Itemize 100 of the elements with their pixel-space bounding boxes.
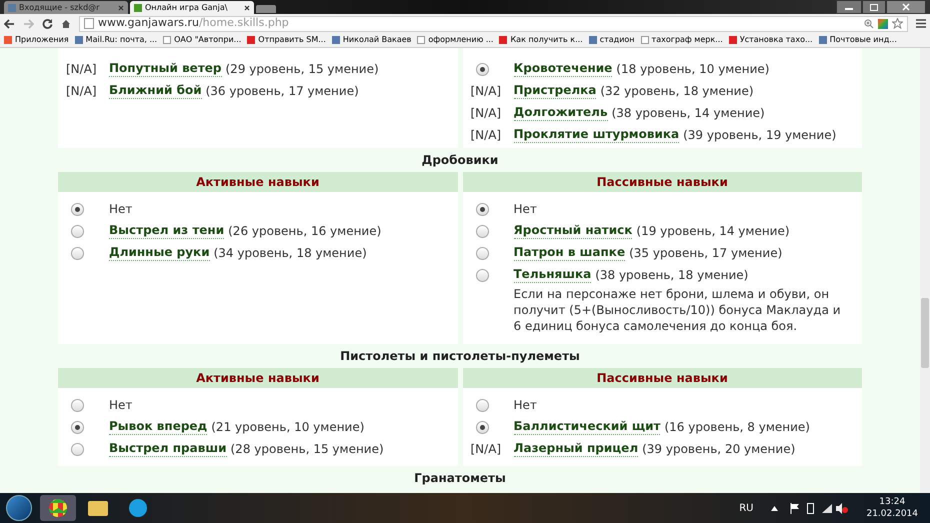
- radio-button[interactable]: [476, 246, 488, 260]
- skill-link[interactable]: Баллистический щит: [514, 419, 660, 435]
- column-header: Пассивные навыки: [462, 172, 862, 192]
- radio-button[interactable]: [476, 224, 488, 238]
- skill-requirement: (26 уровень, 16 умение): [228, 223, 382, 240]
- clock-date[interactable]: 21.02.2014: [866, 508, 918, 520]
- radio-button[interactable]: [476, 202, 488, 216]
- skill-link[interactable]: Рывок вперед: [109, 419, 208, 435]
- column-header: Активные навыки: [58, 368, 458, 388]
- url-text: www.ganjawars.ru/home.skills.php: [98, 15, 289, 32]
- section-heading: Дробовики: [422, 152, 498, 168]
- skill-link[interactable]: Яростный натиск: [514, 223, 632, 239]
- skill-link[interactable]: Выстрел правши: [109, 441, 226, 457]
- back-icon[interactable]: [4, 18, 15, 28]
- muted-speaker-icon[interactable]: [836, 502, 848, 514]
- bookmark-icon: [247, 36, 256, 44]
- skill-link[interactable]: Пристрелка: [514, 83, 596, 99]
- skill-link[interactable]: Попутный ветер: [109, 61, 222, 77]
- na-label: [N/A]: [66, 84, 97, 98]
- bookmark-icon: [74, 36, 83, 44]
- bookmark[interactable]: Как получить к...: [499, 34, 583, 46]
- skill-requirement: (29 уровень, 15 умение): [226, 61, 379, 78]
- battery-icon[interactable]: [807, 502, 814, 514]
- address-bar[interactable]: www.ganjawars.ru/home.skills.php: [79, 16, 908, 32]
- zoom-icon[interactable]: [864, 18, 874, 28]
- radio-button[interactable]: [71, 202, 84, 216]
- bookmark[interactable]: ОАО "Автопри...: [163, 34, 242, 46]
- skill-link[interactable]: Патрон в шапке: [514, 245, 626, 261]
- bookmark-icon: [163, 36, 172, 44]
- bookmark[interactable]: Николай Вакаев: [332, 34, 412, 46]
- option-label: Нет: [514, 201, 537, 218]
- bookmark[interactable]: Приложения: [4, 34, 69, 46]
- skill-link[interactable]: Ближний бой: [109, 83, 202, 99]
- clock-time[interactable]: 13:24: [879, 496, 906, 508]
- skill-requirement: (18 уровень, 10 умение): [616, 61, 770, 78]
- skill-description: Если на персонаже нет брони, шлема и обуви, он получит (5+(Выносливость/10)) бонуса Маклауда и 6 единиц бонуса самолечения до конца боя.: [512, 286, 842, 334]
- column-header: Пассивные навыки: [462, 368, 862, 388]
- skill-link[interactable]: Выстрел из тени: [109, 223, 224, 239]
- bookmark-icon: [417, 36, 426, 44]
- bookmark-icon: [588, 36, 597, 44]
- bookmark[interactable]: стадион: [588, 34, 635, 46]
- bookmark[interactable]: Установка тахо...: [728, 34, 813, 46]
- skill-requirement: (32 уровень, 18 умение): [600, 83, 754, 100]
- option-label: Нет: [109, 397, 132, 414]
- skill-requirement: (19 уровень, 14 умение): [636, 223, 790, 240]
- start-button[interactable]: [6, 495, 32, 521]
- reload-icon[interactable]: [42, 18, 53, 29]
- flag-icon[interactable]: [790, 502, 800, 514]
- skill-requirement: (38 уровень, 18 умение): [595, 267, 748, 284]
- radio-button[interactable]: [71, 420, 84, 434]
- tab-title: Входящие - szkd@r: [19, 4, 100, 12]
- menu-icon[interactable]: [916, 19, 926, 28]
- bookmark-icon: [640, 36, 649, 44]
- skill-requirement: (16 уровень, 8 умение): [664, 419, 810, 436]
- bookmark[interactable]: Отправить SM...: [247, 34, 326, 46]
- bookmark-icon: [499, 36, 508, 44]
- radio-button[interactable]: [71, 246, 84, 260]
- skill-requirement: (39 уровень, 19 умение): [683, 127, 836, 144]
- close-icon[interactable]: [244, 4, 250, 10]
- na-label: [N/A]: [470, 128, 502, 142]
- skill-link[interactable]: Кровотечение: [514, 61, 612, 77]
- home-icon[interactable]: [61, 18, 71, 28]
- skill-link[interactable]: Тельняшка: [514, 267, 592, 283]
- star-icon[interactable]: [892, 18, 903, 29]
- language-indicator[interactable]: RU: [739, 500, 754, 516]
- maximize-button[interactable]: [862, 0, 886, 14]
- skill-link[interactable]: Длинные руки: [109, 245, 210, 261]
- bookmark[interactable]: тахограф мерк...: [640, 34, 723, 46]
- bookmark[interactable]: Mail.Ru: почта, ...: [74, 34, 158, 46]
- browser-tab[interactable]: Входящие - szkd@r: [4, 1, 128, 14]
- section-heading: Пистолеты и пистолеты-пулеметы: [340, 348, 580, 364]
- radio-button[interactable]: [476, 268, 488, 282]
- close-button[interactable]: [886, 0, 926, 14]
- skill-requirement: (36 уровень, 17 умение): [206, 83, 359, 100]
- site-icon: [134, 4, 142, 12]
- bookmark-icon: [818, 36, 827, 44]
- bookmark[interactable]: Почтовые инд...: [818, 34, 897, 46]
- skill-requirement: (35 уровень, 17 умение): [629, 245, 782, 262]
- radio-button[interactable]: [476, 420, 488, 434]
- skill-link[interactable]: Долгожитель: [514, 105, 608, 121]
- na-label: [N/A]: [470, 442, 502, 456]
- minimize-button[interactable]: [836, 0, 862, 14]
- close-icon: [902, 3, 910, 11]
- tray-arrow-icon[interactable]: [771, 506, 778, 510]
- radio-button[interactable]: [476, 398, 488, 412]
- signal-icon[interactable]: [822, 504, 832, 512]
- extension-icon[interactable]: [878, 18, 888, 28]
- skill-link[interactable]: Проклятие штурмовика: [514, 127, 680, 143]
- page-icon: [84, 18, 94, 29]
- radio-button[interactable]: [71, 224, 84, 238]
- na-label: [N/A]: [66, 62, 97, 76]
- skill-link[interactable]: Лазерный прицел: [514, 441, 638, 457]
- radio-button[interactable]: [71, 398, 84, 412]
- na-label: [N/A]: [470, 106, 502, 120]
- bookmark[interactable]: оформлению ...: [417, 34, 494, 46]
- scrollbar[interactable]: [920, 48, 930, 493]
- radio-button[interactable]: [476, 62, 488, 76]
- browser-tab[interactable]: Онлайн игра Ganja\: [130, 1, 254, 14]
- option-label: Нет: [514, 397, 537, 414]
- radio-button[interactable]: [71, 442, 84, 456]
